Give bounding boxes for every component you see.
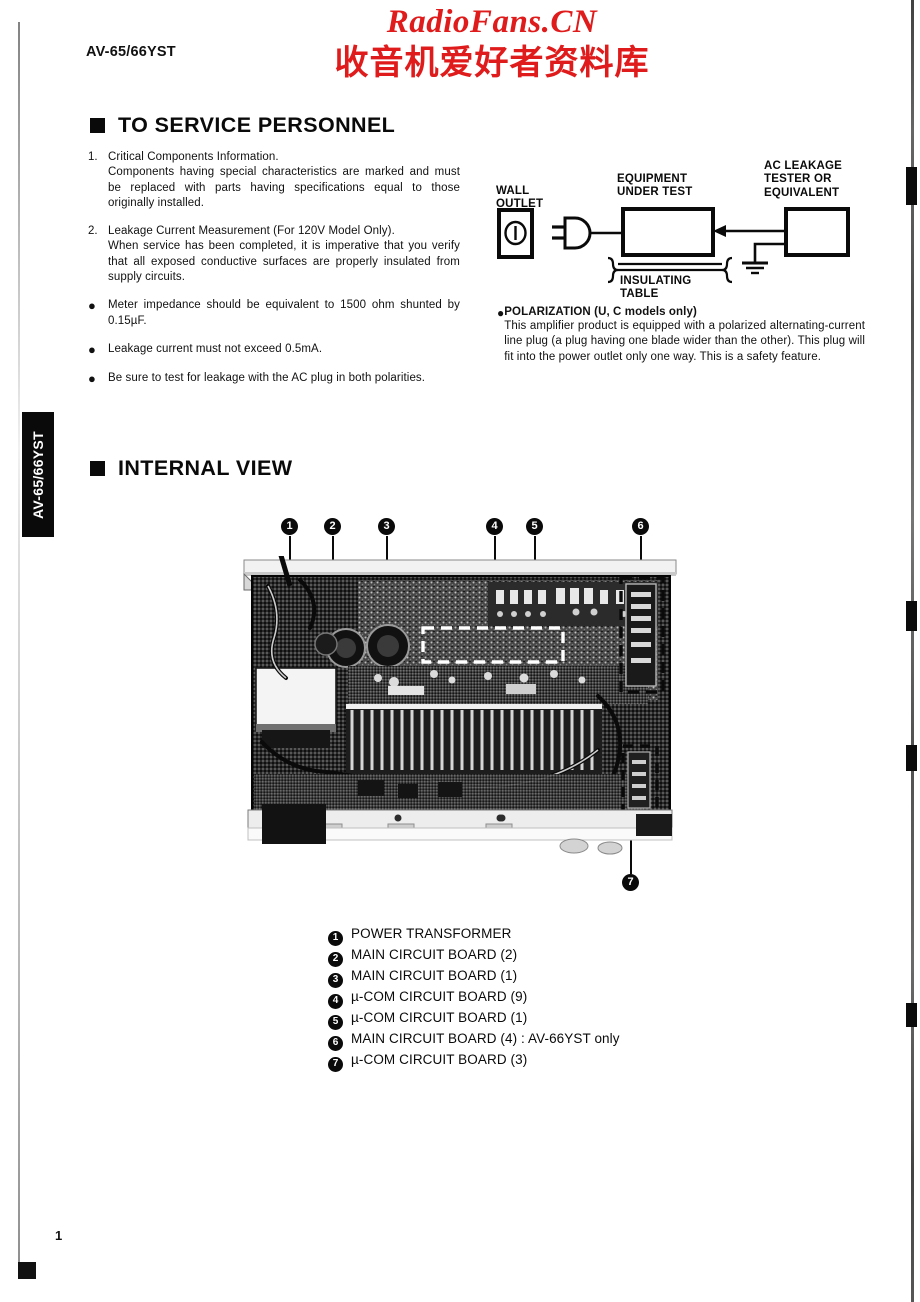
service-item-text: Be sure to test for leakage with the AC … — [108, 371, 426, 384]
legend-number-icon: 6 — [328, 1035, 343, 1051]
service-item-text: When service has been completed, it is i… — [108, 240, 460, 283]
bullet-icon: ● — [88, 341, 96, 357]
bullet-icon: ● — [88, 298, 96, 314]
scan-corner-blot — [18, 1262, 36, 1279]
square-bullet-icon — [90, 118, 105, 133]
legend-item: 1 POWER TRANSFORMER — [328, 926, 658, 946]
service-item-body: Be sure to test for leakage with the AC … — [108, 371, 460, 387]
service-item-body: Critical Components Information. Componen… — [108, 150, 460, 211]
wall-outlet-label: WALL OUTLET — [496, 185, 544, 211]
service-item-body: Leakage Current Measurement (For 120V Mo… — [108, 224, 460, 285]
callout-marker-6: 6 — [632, 518, 649, 535]
bullet-icon: ● — [497, 306, 505, 320]
legend-number-icon: 7 — [328, 1056, 343, 1072]
service-item-body: Leakage current must not exceed 0.5mA. — [108, 342, 460, 358]
legend-item: 3 MAIN CIRCUIT BOARD (1) — [328, 968, 658, 988]
callout-marker-2: 2 — [324, 518, 341, 535]
square-bullet-icon — [90, 461, 105, 476]
legend-item: 5 µ-COM CIRCUIT BOARD (1) — [328, 1010, 658, 1030]
scan-tick-mark — [906, 167, 917, 205]
internal-view-photo-svg — [243, 556, 677, 855]
ac-leakage-tester-label: AC LEAKAGE TESTER OR EQUIVALENT — [764, 160, 843, 199]
service-item: 1. Critical Components Information. Compon… — [88, 150, 460, 211]
equipment-under-test-label: EQUIPMENT UNDER TEST — [617, 173, 693, 199]
scan-tick-mark — [906, 601, 917, 631]
legend-number-icon: 4 — [328, 993, 343, 1009]
service-item: ● Meter impedance should be equivalent to… — [88, 298, 460, 329]
legend-item: 2 MAIN CIRCUIT BOARD (2) — [328, 947, 658, 967]
service-item-text: Meter impedance should be equivalent to … — [108, 299, 460, 327]
section-heading-label: TO SERVICE PERSONNEL — [118, 113, 396, 137]
service-item: 2. Leakage Current Measurement (For 120V … — [88, 224, 460, 285]
service-item-title: Leakage Current Measurement (For 120V Mo… — [108, 225, 395, 238]
equipment-under-test-box — [621, 207, 715, 257]
legend-number-icon: 3 — [328, 972, 343, 988]
legend-item-label: µ-COM CIRCUIT BOARD (9) — [351, 989, 528, 1004]
legend-item: 7 µ-COM CIRCUIT BOARD (3) — [328, 1052, 658, 1072]
item-number: 2. — [88, 225, 98, 238]
bullet-icon: ● — [88, 370, 96, 386]
side-tab-label: AV-65/66YST — [30, 430, 46, 519]
section-heading-internal-view: INTERNAL VIEW — [90, 456, 292, 481]
service-item-text: Leakage current must not exceed 0.5mA. — [108, 342, 323, 355]
legend-item-label: MAIN CIRCUIT BOARD (1) — [351, 968, 518, 983]
legend-item-label: MAIN CIRCUIT BOARD (4) : AV-66YST only — [351, 1031, 620, 1046]
watermark-english: RadioFans.CN — [386, 4, 598, 40]
scan-tick-mark — [906, 745, 917, 771]
legend-item: 4 µ-COM CIRCUIT BOARD (9) — [328, 989, 658, 1009]
item-number: 1. — [88, 151, 98, 163]
service-personnel-text-block: 1. Critical Components Information. Compon… — [88, 150, 460, 400]
callout-marker-5: 5 — [526, 518, 543, 535]
service-item: ● Leakage current must not exceed 0.5mA. — [88, 342, 460, 358]
ac-leakage-tester-box — [784, 207, 850, 257]
callout-marker-4: 4 — [486, 518, 503, 535]
watermark: RadioFans.CN 收音机爱好者资料库 — [282, 4, 702, 84]
legend-number-icon: 5 — [328, 1014, 343, 1030]
ac-plug-icon — [552, 216, 623, 250]
legend-item: 6 MAIN CIRCUIT BOARD (4) : AV-66YST only — [328, 1031, 658, 1051]
watermark-chinese: 收音机爱好者资料库 — [334, 43, 650, 83]
callout-marker-3: 3 — [378, 518, 395, 535]
legend-item-label: POWER TRANSFORMER — [351, 926, 512, 941]
model-code: AV-65/66YST — [86, 44, 176, 60]
callout-marker-1: 1 — [281, 518, 298, 535]
internal-view-photo — [238, 556, 684, 866]
service-item-body: Meter impedance should be equivalent to … — [108, 298, 460, 329]
scan-edge-left — [18, 22, 20, 1277]
callout-marker-7: 7 — [622, 874, 639, 891]
legend-item-label: µ-COM CIRCUIT BOARD (3) — [351, 1052, 528, 1067]
legend-item-label: MAIN CIRCUIT BOARD (2) — [351, 947, 518, 962]
polarization-block: ● POLARIZATION (U, C models only) This a… — [497, 306, 865, 365]
legend-number-icon: 2 — [328, 951, 343, 967]
section-heading-label: INTERNAL VIEW — [118, 456, 293, 480]
service-item-title: Critical Components Information. — [108, 151, 279, 163]
service-item-text: Components having special characteristic… — [108, 166, 460, 209]
side-tab: AV-65/66YST — [22, 412, 54, 537]
manual-page: AV-65/66YST RadioFans.CN 收音机爱好者资料库 AV-65… — [0, 0, 920, 1302]
service-item: ● Be sure to test for leakage with the AC… — [88, 371, 460, 387]
earth-ground-icon — [742, 242, 786, 275]
scan-tick-mark — [906, 1003, 917, 1027]
leakage-test-diagram: WALL OUTLET EQUIPMENT UNDER TEST AC LEAK… — [486, 152, 886, 300]
page-number: 1 — [55, 1228, 63, 1243]
polarization-text: This amplifier product is equipped with … — [504, 320, 865, 363]
polarization-title: POLARIZATION (U, C models only) — [504, 306, 697, 318]
insulating-table-label: INSULATING TABLE — [620, 275, 692, 301]
measurement-arrow-icon — [713, 225, 786, 237]
internal-view-legend: 1 POWER TRANSFORMER 2 MAIN CIRCUIT BOARD (2… — [328, 926, 658, 1073]
legend-item-label: µ-COM CIRCUIT BOARD (1) — [351, 1010, 528, 1025]
section-heading-service-personnel: TO SERVICE PERSONNEL — [90, 113, 395, 138]
legend-number-icon: 1 — [328, 930, 343, 946]
